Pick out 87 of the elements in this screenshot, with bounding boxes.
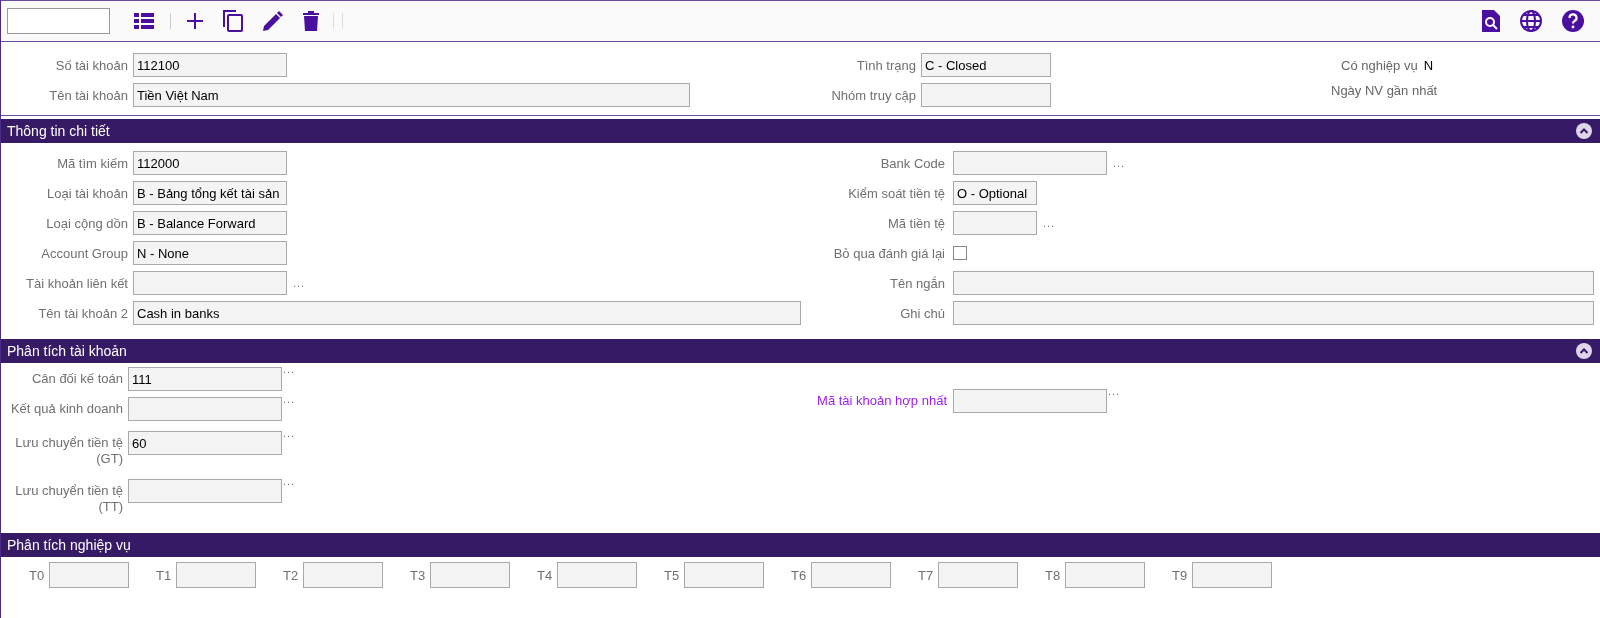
copy-icon[interactable] <box>223 10 243 32</box>
input-field[interactable] <box>953 151 1107 175</box>
input-field[interactable]: B - Bảng tổng kết tài sản <box>133 181 287 205</box>
input-field[interactable]: 112100 <box>133 53 287 77</box>
field-label: T4 <box>537 567 554 583</box>
list-icon[interactable] <box>134 13 154 29</box>
field-label: Ghi chú <box>899 305 946 321</box>
field-label: T6 <box>791 567 808 583</box>
pencil-icon[interactable] <box>263 11 283 31</box>
field-label: T8 <box>1045 567 1062 583</box>
input-field[interactable]: 111 <box>128 367 282 391</box>
lookup-button[interactable]: ... <box>293 277 306 289</box>
field-label: T5 <box>664 567 681 583</box>
input-field[interactable] <box>1192 562 1272 588</box>
input-field[interactable] <box>1065 562 1145 588</box>
input-field[interactable] <box>684 562 764 588</box>
input-field[interactable] <box>176 562 256 588</box>
input-field[interactable] <box>128 479 282 503</box>
field-label: Tên ngắn <box>889 275 946 291</box>
input-field[interactable] <box>953 301 1594 325</box>
input-field[interactable] <box>938 562 1018 588</box>
lookup-button[interactable]: ... <box>1108 385 1121 397</box>
lookup-button[interactable]: ... <box>1043 217 1056 229</box>
search-field[interactable] <box>7 8 110 34</box>
input-field[interactable]: Cash in banks <box>133 301 801 325</box>
section-title: Phân tích tài khoản <box>7 343 127 359</box>
input-field[interactable]: 112000 <box>133 151 287 175</box>
lookup-button[interactable]: ... <box>283 475 296 487</box>
field-label: Bank Code <box>879 155 946 171</box>
field-label: Account Group <box>40 245 129 261</box>
input-field[interactable]: 60 <box>128 431 282 455</box>
collapse-icon[interactable] <box>1576 123 1592 139</box>
input-field[interactable]: B - Balance Forward <box>133 211 287 235</box>
input-field[interactable] <box>953 211 1037 235</box>
input-field[interactable]: N - None <box>133 241 287 265</box>
input-field[interactable] <box>133 271 287 295</box>
field-label: Cân đối kế toán <box>30 370 124 387</box>
checkbox[interactable] <box>953 246 967 260</box>
field-label: Lưu chuyển tiền tệ (GT) <box>14 434 124 467</box>
input-field[interactable] <box>49 562 129 588</box>
field-label: Nhóm truy cập <box>830 87 917 103</box>
input-field[interactable] <box>953 389 1107 413</box>
input-field[interactable] <box>811 562 891 588</box>
document-search-icon[interactable] <box>1482 10 1500 32</box>
input-field[interactable] <box>128 397 282 421</box>
field-label: Số tài khoản <box>54 57 129 73</box>
field-label: Tên tài khoản 2 <box>37 305 129 321</box>
input-field[interactable]: C - Closed <box>921 53 1051 77</box>
plus-icon[interactable] <box>187 13 203 29</box>
field-label-link[interactable]: Mã tài khoản hợp nhất <box>801 389 953 409</box>
globe-icon[interactable] <box>1520 10 1542 32</box>
field-label: Kiểm soát tiền tệ <box>847 185 946 201</box>
info-label: Ngày NV gần nhất <box>1331 82 1438 98</box>
field-label: Mã tiền tệ <box>886 215 946 231</box>
section-title: Thông tin chi tiết <box>7 123 110 139</box>
field-label: Bỏ qua đánh giá lại <box>832 245 946 261</box>
input-field[interactable] <box>953 271 1594 295</box>
field-label: Tài khoản liên kết <box>25 275 129 291</box>
field-label: Loại tài khoản <box>46 185 129 201</box>
field-label: T1 <box>156 567 173 583</box>
info-label: Có nghiệp vụ <box>1341 57 1418 73</box>
trash-icon[interactable] <box>303 11 319 31</box>
lookup-button[interactable]: ... <box>1113 157 1126 169</box>
field-label: T9 <box>1172 567 1189 583</box>
field-label: T2 <box>283 567 300 583</box>
field-label: Tên tài khoản <box>48 87 129 103</box>
input-field[interactable] <box>430 562 510 588</box>
field-label: T0 <box>29 567 46 583</box>
field-label: T3 <box>410 567 427 583</box>
help-icon[interactable] <box>1562 10 1584 32</box>
field-label: Tình trạng <box>855 57 917 73</box>
info-value: N <box>1423 57 1433 73</box>
field-label: Kết quả kinh doanh <box>9 400 124 417</box>
input-field[interactable]: O - Optional <box>953 181 1037 205</box>
input-field[interactable] <box>921 83 1051 107</box>
section-title: Phân tích nghiệp vụ <box>7 537 131 553</box>
field-label: Mã tìm kiếm <box>56 155 129 171</box>
lookup-button[interactable]: ... <box>283 363 296 375</box>
lookup-button[interactable]: ... <box>283 393 296 405</box>
lookup-button[interactable]: ... <box>283 427 296 439</box>
input-field[interactable]: Tiền Việt Nam <box>133 83 690 107</box>
collapse-icon[interactable] <box>1576 343 1592 359</box>
field-label: Loại cộng dồn <box>45 215 129 231</box>
field-label: Lưu chuyển tiền tệ (TT) <box>14 482 124 515</box>
input-field[interactable] <box>303 562 383 588</box>
field-label: T7 <box>918 567 935 583</box>
input-field[interactable] <box>557 562 637 588</box>
